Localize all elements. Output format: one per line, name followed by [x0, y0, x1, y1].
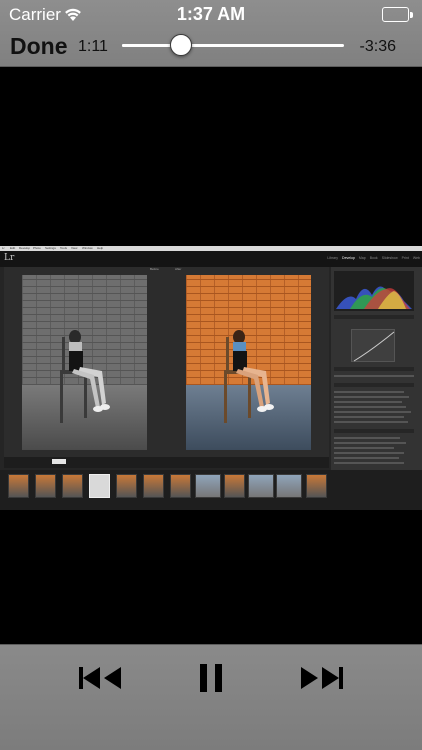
lightroom-toolbar — [4, 457, 329, 468]
filmstrip-thumb — [224, 474, 245, 498]
histogram — [334, 271, 414, 311]
module-book: Book — [369, 256, 378, 260]
next-track-icon — [301, 667, 343, 689]
top-bar: Carrier 1:37 AM Done 1:11 -3:36 — [0, 0, 422, 67]
filmstrip-thumb — [170, 474, 191, 498]
filmstrip-thumb — [143, 474, 164, 498]
done-button[interactable]: Done — [10, 33, 68, 60]
remaining-time: -3:36 — [359, 38, 396, 55]
tone-curve — [351, 329, 395, 362]
previous-track-icon — [79, 667, 121, 689]
after-photo — [186, 275, 311, 450]
lightroom-identity-bar: Lr Library Develop Map Book Slideshow Pr… — [0, 251, 422, 267]
lightroom-filmstrip — [0, 470, 422, 510]
filmstrip-thumb — [116, 474, 137, 498]
video-frame: Lr Edit Develop Photo Settings Tools Vie… — [0, 246, 422, 510]
module-web: Web — [412, 256, 420, 260]
battery-icon — [382, 7, 413, 22]
progress-slider[interactable] — [122, 34, 344, 56]
filmstrip-thumb — [306, 474, 327, 498]
lightroom-before-after-view: Before After — [4, 267, 329, 457]
pause-button[interactable] — [198, 662, 224, 692]
lightroom-tooltip — [52, 459, 67, 464]
previous-track-button[interactable] — [77, 665, 123, 695]
before-label: Before — [150, 267, 159, 271]
module-library: Library — [327, 256, 339, 260]
module-print: Print — [401, 256, 409, 260]
next-track-button[interactable] — [299, 665, 345, 695]
module-slideshow: Slideshow — [381, 256, 398, 260]
filmstrip-thumb — [62, 474, 83, 498]
after-label: After — [175, 267, 182, 271]
filmstrip-thumb — [276, 474, 302, 498]
status-bar: Carrier 1:37 AM — [0, 0, 422, 28]
filmstrip-thumb — [248, 474, 274, 498]
pause-icon — [200, 664, 222, 692]
module-develop: Develop — [342, 256, 355, 260]
filmstrip-thumb — [195, 474, 221, 498]
video-area[interactable]: Lr Edit Develop Photo Settings Tools Vie… — [0, 67, 422, 644]
filmstrip-thumb-selected — [89, 474, 110, 498]
progress-thumb[interactable] — [169, 34, 192, 56]
filmstrip-thumb — [8, 474, 29, 498]
playback-controls — [0, 644, 422, 750]
lightroom-logo: Lr — [4, 253, 15, 263]
before-photo — [22, 275, 147, 450]
elapsed-time: 1:11 — [78, 38, 108, 55]
module-map: Map — [358, 256, 366, 260]
filmstrip-thumb — [35, 474, 56, 498]
status-clock: 1:37 AM — [176, 4, 246, 24]
lightroom-module-picker: Library Develop Map Book Slideshow Print… — [327, 256, 420, 260]
